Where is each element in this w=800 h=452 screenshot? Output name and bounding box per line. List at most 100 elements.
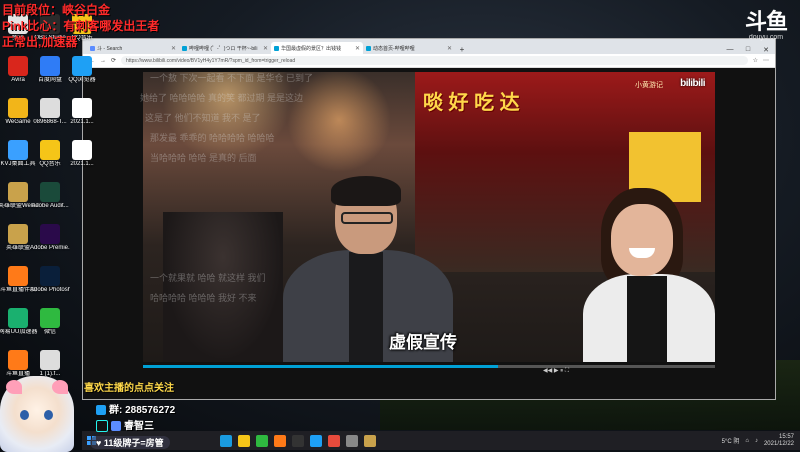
maximize-button[interactable]: □ (739, 46, 757, 54)
follow-prompt: 喜欢主播的点点关注 (84, 383, 174, 394)
tool-icon (8, 140, 28, 160)
video-crowd (163, 212, 283, 362)
video-shop-sign: 啖 好 吃 达 (423, 92, 520, 114)
window-controls: — □ ✕ (721, 46, 775, 54)
desktop-icon-label: 2021.1... (70, 119, 94, 125)
fan-badge: ♥ 11级牌子=房管 (90, 436, 170, 449)
qq-group-text: 群: 288576272 (109, 405, 176, 416)
desktop-icon-label: Adobe Audit... (31, 203, 69, 209)
url-text: https://www.bilibili.com/video/BV1yH4y1Y… (126, 57, 296, 64)
close-icon[interactable]: ✕ (355, 45, 360, 52)
video-subtitle: 虚假宣传 (389, 333, 457, 352)
qq-group-icon (96, 405, 106, 416)
douyu-logo-sub: douyu.com (748, 34, 784, 41)
qq-browser-icon (72, 56, 92, 76)
edge-icon[interactable] (220, 434, 232, 447)
url-input[interactable]: https://www.bilibili.com/video/BV1yH4y1Y… (121, 56, 748, 65)
desktop-icon-label: Adobe Photosh... (30, 287, 70, 293)
lol-icon (8, 224, 28, 244)
file-icon (72, 98, 92, 118)
game-icon[interactable] (364, 434, 376, 447)
man-glasses (341, 212, 393, 224)
tab-dynamic[interactable]: 动态首页-哔哩哔哩 ✕ (363, 42, 455, 54)
qq-icon[interactable] (310, 434, 322, 447)
close-window-button[interactable]: ✕ (757, 46, 775, 54)
danmaku-line: 她给了 哈哈哈哈 真的笑 都过期 是是这边 (140, 93, 304, 103)
danmaku-line: 一个就果就 哈哈 就这样 我们 (150, 273, 266, 283)
woman-head (611, 204, 673, 276)
douyu-logo: 斗鱼 douyu.com (744, 9, 788, 42)
close-icon[interactable]: ✕ (447, 45, 452, 52)
audition-icon (40, 182, 60, 202)
video-progress-bar[interactable] (143, 365, 715, 368)
minimize-button[interactable]: — (721, 46, 739, 54)
streamer-info-overlay: 喜欢主播的点点关注 群: 288576272 睿智三 ♥ 11级牌子=房管 (0, 370, 210, 452)
douyin-text: 睿智三 (124, 421, 154, 432)
star-icon[interactable]: ☆ (753, 57, 758, 64)
desktop-icon[interactable]: 2021.1... (62, 98, 102, 126)
video-channel-name: 小黄游记 (635, 82, 663, 89)
player-controls[interactable]: ◀◀ ▶ ⏸ ⛶ (543, 367, 569, 375)
baidu-pan-icon (40, 56, 60, 76)
photoshop-icon (40, 266, 60, 286)
douyin-account: 睿智三 (96, 417, 154, 433)
network-icon[interactable]: ⌂ (745, 438, 749, 444)
bilibili-watermark: bilibili (680, 78, 705, 89)
desktop-icon-label: QQ浏览器 (68, 77, 96, 83)
lol-icon (8, 182, 28, 202)
desktop-icon[interactable]: 2021.1... (62, 140, 102, 168)
refresh-icon[interactable]: ⟳ (111, 57, 116, 64)
settings-icon[interactable] (346, 434, 358, 447)
avatar-bow-right (52, 380, 68, 394)
douyu-logo-text: 斗鱼 (744, 9, 788, 34)
fan-badge-icon: ♥ (96, 438, 104, 448)
wechat-icon[interactable] (256, 434, 268, 447)
clock-date: 2021/12/22 (763, 440, 794, 447)
video-woman (583, 188, 715, 362)
desktop-icons: 腾讯 OBS Studio QQ音乐 Avira 百度网盘 QQ浏览器 WeGame 0896… (0, 0, 100, 420)
overlay-line-2: Pink比心：有刺客哪发出王者 (2, 19, 160, 33)
premiere-icon (40, 224, 60, 244)
woman-scarf (627, 276, 667, 362)
wechat-icon (40, 308, 60, 328)
desktop-icon[interactable]: Adobe Photosh... (30, 266, 70, 294)
douyin-icon (96, 420, 108, 433)
desktop-icon-label: Adobe Premie... (30, 245, 70, 251)
streamer-avatar (0, 376, 74, 452)
avira-icon (8, 56, 28, 76)
volume-icon[interactable]: ♪ (755, 438, 758, 444)
tab-video[interactable]: 华国最虚假的景区？出钱钱 ✕ (271, 42, 363, 54)
chrome-icon[interactable] (328, 434, 340, 447)
man-shirt (349, 252, 383, 362)
obs-icon[interactable] (292, 434, 304, 447)
qq-group: 群: 288576272 (96, 401, 175, 416)
uu-icon (8, 308, 28, 328)
fan-badge-text: 11级牌子=房管 (103, 438, 164, 448)
overlay-line-3: 正常出,加速器 (2, 35, 78, 49)
douyu-icon[interactable] (274, 434, 286, 447)
danmaku-line: 哈哈哈哈 哈哈哈 我好 不来 (150, 293, 257, 303)
weather-text[interactable]: 5°C 阴 (722, 436, 740, 445)
qq-music-icon (40, 140, 60, 160)
file-icon (72, 140, 92, 160)
close-icon[interactable]: ✕ (263, 45, 268, 52)
progress-fill (143, 365, 498, 368)
address-bar: ← → ⟳ https://www.bilibili.com/video/BV1… (83, 54, 775, 68)
desktop-icon[interactable]: Adobe Premie... (30, 224, 70, 252)
stream-overlay-rank: 目前段位：峡谷白金 Pink比心：有刺客哪发出王者 正常出,加速器 (2, 2, 202, 50)
tab-favicon-icon (274, 45, 279, 51)
file-icon (40, 350, 60, 370)
wegame-icon (8, 98, 28, 118)
file-explorer-icon[interactable] (238, 434, 250, 447)
tab-favicon-icon (366, 45, 371, 51)
new-tab-button[interactable]: + (455, 45, 469, 54)
desktop-icon[interactable]: QQ浏览器 (62, 56, 102, 84)
desktop-icon[interactable]: Adobe Audit... (30, 182, 70, 210)
clock[interactable]: 15:57 2021/12/22 (764, 434, 794, 448)
overlay-line-1: 目前段位：峡谷白金 (2, 3, 111, 17)
menu-icon[interactable]: ⋯ (763, 57, 769, 64)
desktop-icon[interactable]: 微信 (30, 308, 70, 336)
taskbar-apps (220, 434, 376, 447)
danmaku-line: 一个敖 下次一起看 不下面 是华仓 已到了 (150, 73, 314, 83)
system-tray: 5°C 阴 ⌂ ♪ 15:57 2021/12/22 (722, 434, 800, 448)
